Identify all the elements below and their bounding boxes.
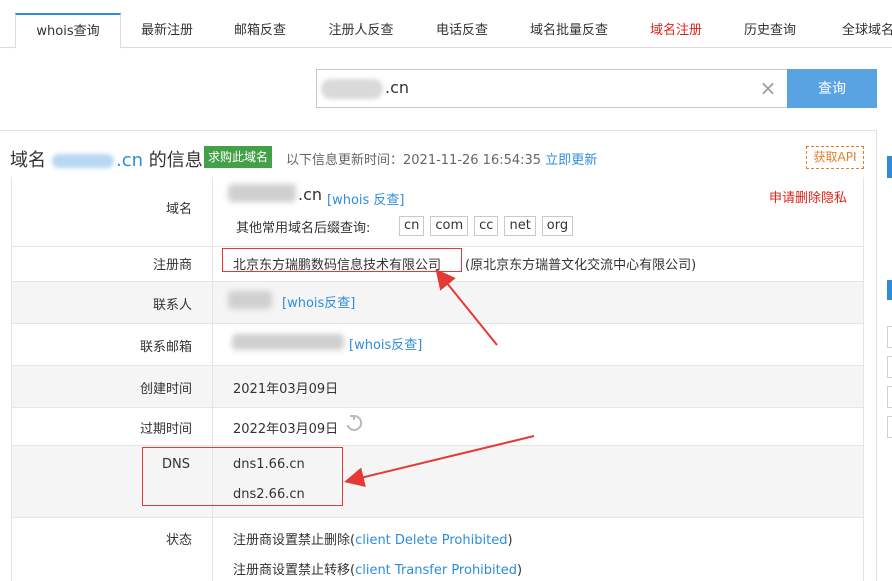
table-row: 联系人 [whois反查] (12, 282, 863, 324)
redacted-domain (228, 184, 296, 202)
table-row: 创建时间 2021年03月09日 (12, 366, 863, 408)
sidebar-accent (887, 280, 892, 300)
update-now-link[interactable]: 立即更新 (545, 153, 597, 168)
update-time: 以下信息更新时间：2021-11-26 16:54:35 立即更新 (286, 149, 597, 168)
status-text: 注册商设置禁止删除( (233, 533, 356, 548)
tab-email-reverse[interactable]: 邮箱反查 (220, 13, 300, 48)
tab-batch-reverse[interactable]: 域名批量反查 (520, 13, 618, 48)
expiry-date: 2022年03月09日 (233, 422, 339, 437)
suffix-list: cn com cc net org (399, 216, 579, 236)
status-code-link[interactable]: client Delete Prohibited (355, 533, 507, 548)
annotation-box-registrar (222, 248, 462, 272)
suffix-label: 其他常用域名后缀查询: (236, 221, 371, 236)
created-date: 2021年03月09日 (233, 382, 339, 397)
delete-privacy-link[interactable]: 申请删除隐私 (769, 187, 847, 206)
row-label: 过期时间 (12, 408, 213, 445)
suffix-cc[interactable]: cc (474, 216, 499, 236)
redacted-domain (52, 154, 114, 168)
row-label: 创建时间 (12, 366, 213, 407)
page-title: 域名 .cn 的信息 (10, 146, 203, 172)
sidebar-box (887, 326, 892, 348)
status-item: 注册商设置禁止转移(client Transfer Prohibited) (233, 559, 522, 578)
tab-phone-reverse[interactable]: 电话反查 (422, 13, 502, 48)
tab-latest-registered[interactable]: 最新注册 (127, 13, 207, 48)
table-row: 联系邮箱 [whois反查] (12, 324, 863, 366)
close-icon[interactable]: × (758, 78, 778, 98)
sidebar-box (887, 416, 892, 438)
sidebar-accent (887, 156, 892, 178)
table-row: 域名 .cn [whois 反查] 申请删除隐私 其他常用域名后缀查询: cn c… (12, 177, 863, 247)
sidebar-box (887, 386, 892, 408)
title-prefix: 域名 (10, 150, 46, 171)
status-close: ) (517, 563, 523, 578)
right-sidebar-edge (876, 130, 892, 581)
row-label: 状态 (12, 518, 213, 581)
table-row: 状态 注册商设置禁止删除(client Delete Prohibited) 注… (12, 518, 863, 581)
status-code-link[interactable]: client Transfer Prohibited (355, 563, 517, 578)
whois-reverse-link[interactable]: [whois 反查] (327, 189, 405, 208)
buy-domain-button[interactable]: 求购此域名 (204, 146, 272, 168)
tab-domain-register[interactable]: 域名注册 (636, 13, 716, 48)
suffix-net[interactable]: net (504, 216, 536, 236)
sidebar-box (887, 356, 892, 378)
row-label: 注册商 (12, 247, 213, 281)
refresh-icon[interactable] (345, 414, 363, 432)
row-label: 域名 (12, 177, 213, 246)
get-api-button[interactable]: 获取API (806, 146, 864, 169)
title-tld: .cn (116, 150, 144, 171)
status-close: ) (507, 533, 513, 548)
suffix-cn[interactable]: cn (399, 216, 425, 236)
domain-value: .cn (298, 185, 323, 204)
tab-history[interactable]: 历史查询 (730, 13, 810, 48)
tab-global-domain[interactable]: 全球域名 (828, 13, 892, 48)
search-input[interactable]: .cn × (316, 69, 788, 108)
table-row: DNS dns1.66.cn dns2.66.cn (12, 446, 863, 518)
search-value: .cn (385, 78, 410, 97)
row-label: 联系邮箱 (12, 324, 213, 365)
redacted-domain (321, 79, 383, 99)
whois-reverse-link[interactable]: [whois反查] (349, 334, 422, 353)
suffix-com[interactable]: com (430, 216, 469, 236)
status-text: 注册商设置禁止转移( (233, 563, 356, 578)
update-label: 以下信息更新时间：2021-11-26 16:54:35 (286, 153, 542, 168)
redacted-email (232, 334, 344, 350)
search-button[interactable]: 查询 (787, 69, 877, 108)
whois-table: 域名 .cn [whois 反查] 申请删除隐私 其他常用域名后缀查询: cn c… (11, 177, 864, 581)
annotation-box-dns (142, 447, 343, 506)
nav-tabs: whois查询 最新注册 邮箱反查 注册人反查 电话反查 域名批量反查 域名注册… (0, 0, 892, 49)
status-item: 注册商设置禁止删除(client Delete Prohibited) (233, 529, 513, 548)
table-row: 过期时间 2022年03月09日 (12, 408, 863, 446)
tab-whois[interactable]: whois查询 (15, 13, 121, 49)
whois-reverse-link[interactable]: [whois反查] (282, 292, 355, 311)
redacted-contact (228, 291, 272, 309)
registrar-note: (原北京东方瑞普文化交流中心有限公司) (465, 258, 697, 273)
suffix-org[interactable]: org (541, 216, 574, 236)
title-suffix: 的信息 (143, 150, 203, 171)
row-label: 联系人 (12, 282, 213, 323)
tab-registrant-reverse[interactable]: 注册人反查 (318, 13, 404, 48)
